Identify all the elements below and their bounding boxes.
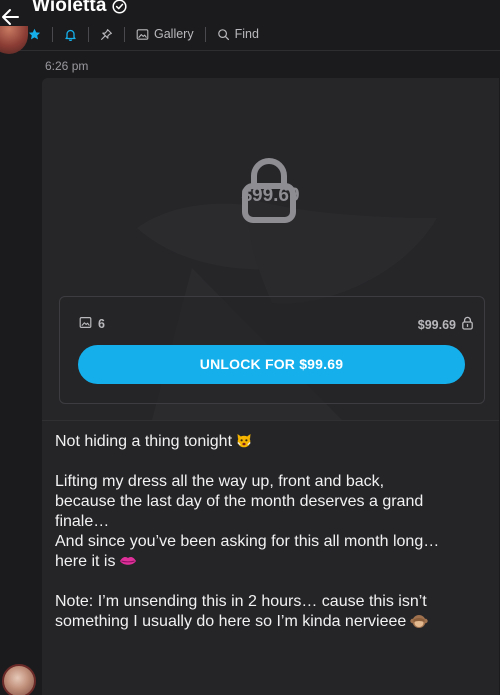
price-tag: $99.69 <box>418 316 474 333</box>
chat-header: Wioletta Gallery Find <box>0 0 500 54</box>
message-line: finale… <box>55 513 110 530</box>
unlock-button[interactable]: UNLOCK FOR $99.69 <box>78 345 465 384</box>
message-paragraph: Not hiding a thing tonight <box>55 432 485 452</box>
message-card: $99.69 6 $99.69 UNLOCK FOR $99.69 Not hi… <box>42 78 499 695</box>
find-label: Find <box>234 27 259 41</box>
gallery-button[interactable]: Gallery <box>136 24 194 44</box>
message-line: here it is <box>55 552 485 572</box>
chat-title[interactable]: Wioletta <box>32 0 107 17</box>
favorite-button[interactable] <box>28 24 41 44</box>
media-count: 6 <box>79 316 105 332</box>
message-line: because the last day of the month deserv… <box>55 493 424 510</box>
toolbar-divider <box>88 26 89 42</box>
verified-icon <box>111 0 127 14</box>
locked-media[interactable]: $99.69 6 $99.69 UNLOCK FOR $99.69 <box>42 78 499 421</box>
message-line-text: here it is <box>55 553 116 570</box>
message-line: Lifting my dress all the way up, front a… <box>55 473 385 490</box>
gallery-label: Gallery <box>154 27 194 41</box>
search-icon <box>217 28 230 41</box>
message-paragraph: Note: I’m unsending this in 2 hours… cau… <box>55 592 485 632</box>
star-icon <box>28 28 41 41</box>
chat-toolbar: Gallery Find <box>28 24 259 44</box>
toolbar-divider <box>52 26 53 42</box>
message-line: Not hiding a thing tonight <box>55 432 485 452</box>
message-line-text: something I usually do here so I’m kinda… <box>55 613 407 630</box>
message-line: Note: I’m unsending this in 2 hours… cau… <box>55 593 427 610</box>
notifications-button[interactable] <box>64 24 77 44</box>
message-text: Not hiding a thing tonight Lifting my dr… <box>55 432 485 632</box>
message-paragraph: Lifting my dress all the way up, front a… <box>55 472 485 572</box>
price-value: $99.69 <box>417 317 456 332</box>
chat-title-group[interactable]: Wioletta <box>32 0 127 17</box>
find-button[interactable]: Find <box>217 24 259 44</box>
media-count-value: 6 <box>98 317 105 331</box>
unlock-panel: 6 $99.69 UNLOCK FOR $99.69 <box>59 296 485 404</box>
sender-avatar[interactable] <box>2 664 36 695</box>
lock-icon <box>461 316 474 333</box>
see-no-evil-monkey-emoji-icon <box>410 613 429 629</box>
image-icon <box>79 316 92 332</box>
chat-page: Wioletta Gallery Find 6:26 pm $99.69 6 $… <box>0 0 500 695</box>
message-line-text: Not hiding a thing tonight <box>55 433 233 450</box>
message-line: something I usually do here so I’m kinda… <box>55 612 485 632</box>
kiss-lips-emoji-icon <box>119 553 137 565</box>
bell-icon <box>64 28 77 41</box>
image-icon <box>136 28 149 41</box>
toolbar-divider <box>124 26 125 42</box>
pin-button[interactable] <box>100 24 113 44</box>
toolbar-divider <box>204 26 206 42</box>
back-arrow-icon[interactable] <box>0 6 22 28</box>
message-line: And since you’ve been asking for this al… <box>55 533 440 550</box>
pin-icon <box>100 28 113 41</box>
header-avatar[interactable] <box>0 26 28 54</box>
locked-price-overlay: $99.69 <box>241 185 300 206</box>
message-timestamp: 6:26 pm <box>45 59 89 73</box>
scared-cat-emoji-icon <box>236 433 252 448</box>
